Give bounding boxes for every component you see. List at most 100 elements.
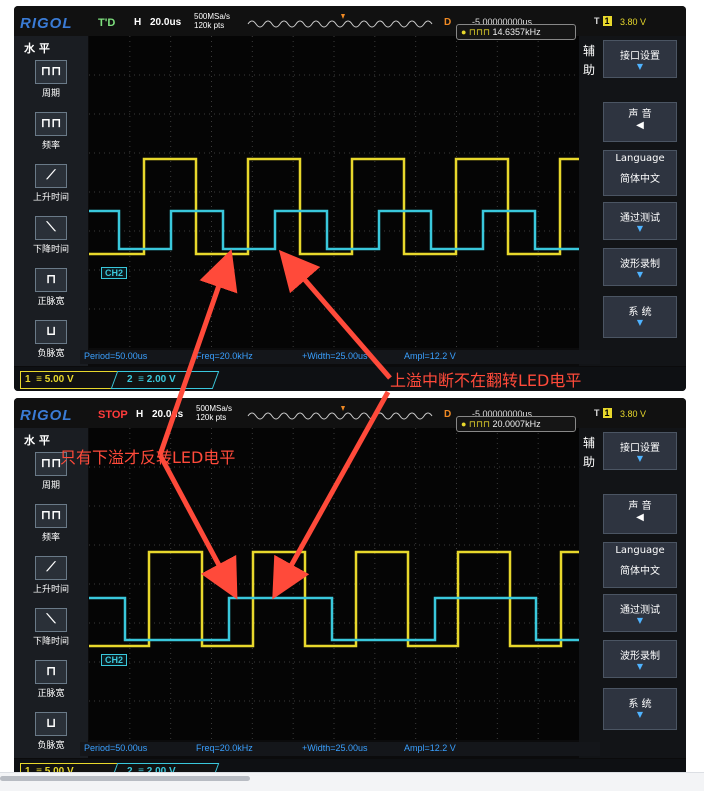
memory-overview bbox=[247, 14, 433, 28]
annotation-top-note: 上溢中断不在翻转LED电平 bbox=[390, 371, 582, 390]
menu-positive-width[interactable]: ⊓ 正脉宽 bbox=[18, 268, 84, 314]
meas-ampl: Ampl=12.2 V bbox=[404, 743, 456, 753]
negative-width-icon: ⊔ bbox=[35, 320, 67, 344]
period-icon: ⊓⊓ bbox=[35, 60, 67, 84]
sound-button[interactable]: 声 音 ◀︎ bbox=[603, 102, 677, 142]
trigger-label: T bbox=[594, 16, 600, 26]
waveform-display bbox=[89, 36, 579, 348]
aux-label: 辅助 bbox=[583, 436, 596, 469]
waveform-grid bbox=[89, 36, 579, 348]
waveform-record-button[interactable]: 波形录制 ▼ bbox=[603, 640, 677, 678]
meas-period: Period=50.00us bbox=[84, 743, 148, 753]
meas-period: Period=50.00us bbox=[84, 351, 148, 361]
menu-frequency[interactable]: ⊓⊓ 频率 bbox=[18, 112, 84, 158]
timebase: 20.0us bbox=[150, 17, 182, 28]
ch1-scale[interactable]: 1 ≡ 5.00 V bbox=[20, 371, 122, 389]
trigger-info: T1 bbox=[594, 408, 615, 418]
system-button[interactable]: 系 统 ▼ bbox=[603, 688, 677, 730]
chevron-down-icon: ▼ bbox=[636, 270, 644, 279]
trigger-label: T bbox=[594, 408, 600, 418]
fall-time-icon: ⟍ bbox=[35, 608, 67, 632]
language-button[interactable]: Language 简体中文 bbox=[603, 542, 677, 588]
page-scrollbar[interactable] bbox=[0, 772, 704, 791]
chevron-down-icon: ▼ bbox=[636, 224, 644, 233]
h-label: H bbox=[136, 409, 144, 420]
menu-negative-width[interactable]: ⊔ 负脉宽 bbox=[18, 712, 84, 758]
frequency-icon: ⊓⊓ bbox=[35, 504, 67, 528]
pass-fail-button[interactable]: 通过测试 ▼ bbox=[603, 594, 677, 632]
menu-fall-time[interactable]: ⟍ 下降时间 bbox=[18, 608, 84, 654]
status-bar: RIGOL T'D H 20.0us 500MSa/s 120k pts D -… bbox=[14, 6, 686, 36]
meas-freq: Freq=20.0kHz bbox=[196, 743, 253, 753]
frequency-counter: ● ⊓⊓⊓ 14.6357kHz bbox=[456, 24, 576, 40]
trigger-channel: 1 bbox=[602, 408, 612, 418]
rise-time-icon: ⟋ bbox=[35, 164, 67, 188]
speaker-icon: ◀︎ bbox=[636, 120, 644, 131]
trigger-level: 3.80 V bbox=[620, 409, 647, 419]
meas-width: +Width=25.00us bbox=[302, 743, 368, 753]
sample-rate: 500MSa/s bbox=[196, 404, 233, 413]
brand-logo: RIGOL bbox=[20, 407, 73, 424]
frequency-icon: ⊓⊓ bbox=[35, 112, 67, 136]
meas-freq: Freq=20.0kHz bbox=[196, 351, 253, 361]
measurement-bar: Period=50.00us Freq=20.0kHz +Width=25.00… bbox=[80, 350, 600, 364]
speaker-icon: ◀︎ bbox=[636, 512, 644, 523]
timebase: 20.0us bbox=[152, 409, 184, 420]
waveform-display bbox=[89, 428, 579, 740]
scrollbar-thumb[interactable] bbox=[0, 776, 250, 781]
left-menu-title: 水 平 bbox=[24, 434, 50, 447]
measurement-bar: Period=50.00us Freq=20.0kHz +Width=25.00… bbox=[80, 742, 600, 756]
menu-positive-width[interactable]: ⊓ 正脉宽 bbox=[18, 660, 84, 706]
system-button[interactable]: 系 统 ▼ bbox=[603, 296, 677, 338]
status-bar: RIGOL STOP H 20.0us 500MSa/s 120k pts D … bbox=[14, 398, 686, 428]
channel-bar: 1 ≡ 5.00 V 2 ≡ 2.00 V bbox=[14, 367, 686, 391]
points: 120k pts bbox=[196, 413, 227, 422]
pass-fail-button[interactable]: 通过测试 ▼ bbox=[603, 202, 677, 240]
ch2-marker: CH2 bbox=[101, 267, 128, 279]
trigger-channel: 1 bbox=[602, 16, 612, 26]
h-label: H bbox=[134, 17, 142, 28]
language-button[interactable]: Language 简体中文 bbox=[603, 150, 677, 196]
ch2-marker: CH2 bbox=[101, 654, 128, 666]
scope-screen-top: RIGOL T'D H 20.0us 500MSa/s 120k pts D -… bbox=[14, 6, 686, 391]
rise-time-icon: ⟋ bbox=[35, 556, 67, 580]
negative-width-icon: ⊔ bbox=[35, 712, 67, 736]
run-state: STOP bbox=[98, 409, 128, 421]
chevron-down-icon: ▼ bbox=[636, 318, 644, 327]
fall-time-icon: ⟍ bbox=[35, 216, 67, 240]
frequency-counter: ● ⊓⊓⊓ 20.0007kHz bbox=[456, 416, 576, 432]
interface-settings-button[interactable]: 接口设置 ▼ bbox=[603, 40, 677, 78]
chevron-down-icon: ▼ bbox=[636, 710, 644, 719]
right-menu: 辅助 接口设置 ▼ 声 音 ◀︎ Language 简体中文 通过测试 ▼ 波形录制 ▼ … bbox=[579, 428, 686, 758]
meas-ampl: Ampl=12.2 V bbox=[404, 351, 456, 361]
brand-logo: RIGOL bbox=[20, 15, 73, 32]
menu-frequency[interactable]: ⊓⊓ 频率 bbox=[18, 504, 84, 550]
sound-button[interactable]: 声 音 ◀︎ bbox=[603, 494, 677, 534]
trigger-info: T1 bbox=[594, 16, 615, 26]
positive-width-icon: ⊓ bbox=[35, 660, 67, 684]
ch2-scale[interactable]: 2 ≡ 2.00 V bbox=[110, 371, 220, 389]
acq-info: 500MSa/s 120k pts bbox=[196, 404, 232, 422]
left-menu-title: 水 平 bbox=[24, 42, 50, 55]
menu-negative-width[interactable]: ⊔ 负脉宽 bbox=[18, 320, 84, 366]
interface-settings-button[interactable]: 接口设置 ▼ bbox=[603, 432, 677, 470]
menu-rise-time[interactable]: ⟋ 上升时间 bbox=[18, 164, 84, 210]
run-state: T'D bbox=[98, 17, 116, 29]
positive-width-icon: ⊓ bbox=[35, 268, 67, 292]
waveform-grid bbox=[89, 428, 579, 740]
aux-label: 辅助 bbox=[583, 44, 596, 77]
left-menu: 水 平 ⊓⊓ 周期 ⊓⊓ 频率 ⟋ 上升时间 ⟍ 下降时间 ⊓ 正脉宽 ⊔ 负脉宽 bbox=[14, 428, 88, 758]
annotation-bottom-note: 只有下溢才反转LED电平 bbox=[60, 448, 236, 467]
sample-rate: 500MSa/s bbox=[194, 12, 231, 21]
menu-fall-time[interactable]: ⟍ 下降时间 bbox=[18, 216, 84, 262]
acq-info: 500MSa/s 120k pts bbox=[194, 12, 230, 30]
memory-overview bbox=[247, 406, 433, 420]
meas-width: +Width=25.00us bbox=[302, 351, 368, 361]
chevron-down-icon: ▼ bbox=[636, 62, 644, 71]
waveform-record-button[interactable]: 波形录制 ▼ bbox=[603, 248, 677, 286]
menu-period[interactable]: ⊓⊓ 周期 bbox=[18, 60, 84, 106]
left-menu: 水 平 ⊓⊓ 周期 ⊓⊓ 频率 ⟋ 上升时间 ⟍ 下降时间 ⊓ 正脉宽 ⊔ 负脉宽 bbox=[14, 36, 88, 366]
trigger-level: 3.80 V bbox=[620, 17, 647, 27]
menu-rise-time[interactable]: ⟋ 上升时间 bbox=[18, 556, 84, 602]
chevron-down-icon: ▼ bbox=[636, 616, 644, 625]
